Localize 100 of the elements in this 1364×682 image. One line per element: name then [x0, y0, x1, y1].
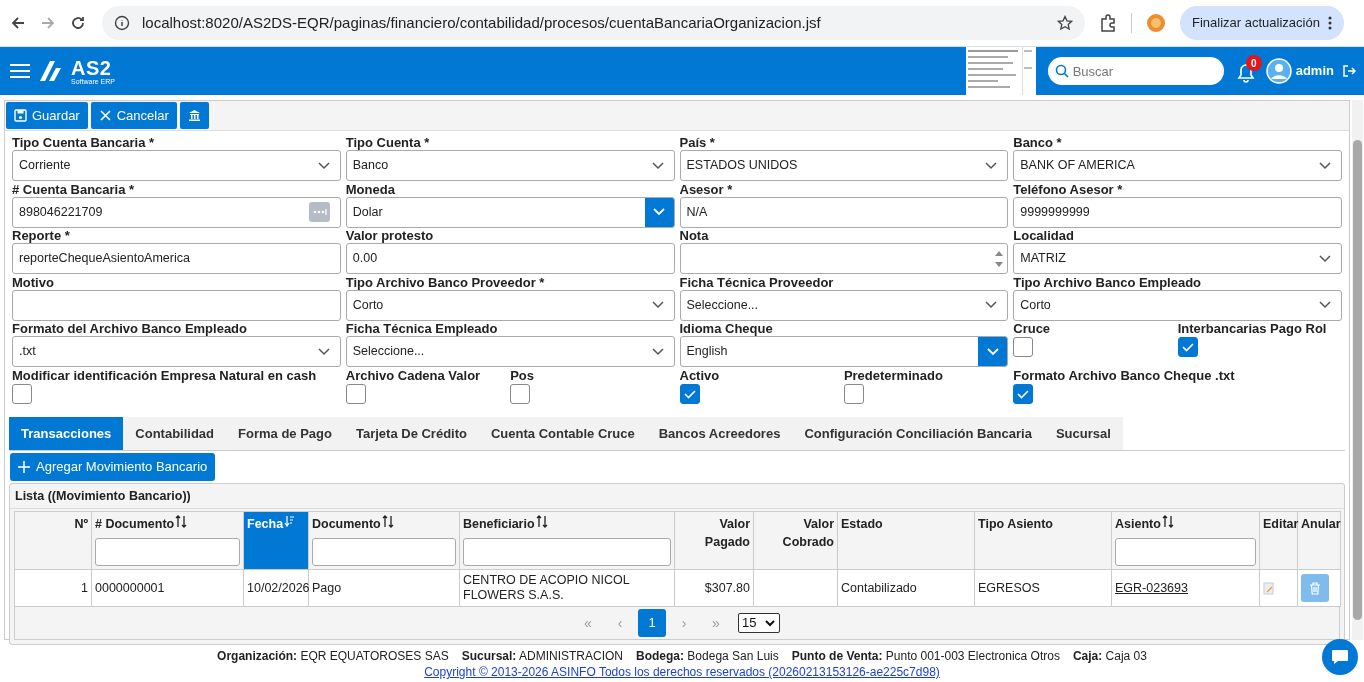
- menu-icon[interactable]: [10, 63, 30, 79]
- table-cell: EGRESOS: [978, 580, 1040, 595]
- save-button[interactable]: Guardar: [6, 102, 88, 129]
- checkbox[interactable]: [1013, 337, 1034, 357]
- filter-field[interactable]: [312, 538, 456, 566]
- profile-icon[interactable]: [1146, 13, 1166, 33]
- dropdown[interactable]: MATRIZ: [1013, 243, 1342, 274]
- tab[interactable]: Tarjeta De Crédito: [343, 417, 479, 450]
- field-label: Cruce: [1013, 321, 1052, 336]
- input-field[interactable]: reporteChequeAsientoAmerica: [12, 243, 341, 274]
- column-header: Estado: [837, 511, 975, 570]
- field-label: Tipo Archivo Banco Proveedor *: [345, 274, 546, 290]
- forward-icon[interactable]: [40, 15, 56, 31]
- user-name[interactable]: admin: [1295, 61, 1334, 81]
- filter-field[interactable]: [463, 538, 671, 566]
- tab[interactable]: Sucursal: [1043, 417, 1123, 450]
- filter-field[interactable]: [95, 538, 240, 566]
- checkbox[interactable]: [1013, 383, 1034, 404]
- tab[interactable]: Configuración Conciliación Bancaria: [792, 417, 1044, 450]
- column-header[interactable]: Beneficiario: [459, 511, 675, 570]
- logo-text: AS2: [71, 57, 113, 78]
- more-icon[interactable]: [1327, 16, 1332, 30]
- chat-icon: [1331, 649, 1349, 665]
- cancel-button[interactable]: Cancelar: [90, 102, 177, 129]
- tab[interactable]: Bancos Acreedores: [646, 417, 793, 450]
- field-label: Tipo Archivo Banco Empleado: [1013, 274, 1203, 290]
- dropdown[interactable]: .txt: [12, 336, 341, 367]
- dropdown[interactable]: Banco: [345, 150, 675, 181]
- column-header: Valor Pagado: [674, 511, 754, 570]
- field-label: Banco *: [1013, 135, 1063, 150]
- copyright-link[interactable]: Copyright © 2013-2026 ASINFO Todos los derechos reservados (20260213153126-ae225c7d98): [424, 664, 940, 680]
- sort-icon[interactable]: [535, 515, 548, 528]
- link[interactable]: EGR-023693: [1115, 580, 1188, 595]
- dropdown[interactable]: Corriente: [12, 150, 341, 181]
- address-bar[interactable]: localhost:8020/AS2DS-EQR/paginas/financiero/contabilidad/procesos/cuentaBancariaOrganizacion.jsf: [102, 6, 1085, 40]
- table-cell: CENTRO DE ACOPIO NICOL FLOWERS S.A.S.: [463, 573, 630, 602]
- scrollbar[interactable]: [1352, 100, 1363, 640]
- tab[interactable]: Forma de Pago: [226, 417, 344, 450]
- tab[interactable]: Cuenta Contable Cruce: [479, 417, 647, 450]
- checkbox[interactable]: [679, 383, 700, 404]
- chevron-down-icon: [764, 617, 776, 629]
- dropdown[interactable]: Corto: [345, 289, 675, 321]
- sort-descending-icon[interactable]: [284, 515, 295, 527]
- check-icon: [1180, 340, 1195, 354]
- checkbox[interactable]: [1177, 337, 1198, 357]
- checkbox[interactable]: [12, 383, 32, 404]
- footer-info: Organización: EQR EQUATOROSES SAS: [217, 648, 449, 664]
- chat-button[interactable]: [1322, 639, 1358, 675]
- url-text: localhost:8020/AS2DS-EQR/paginas/financiero/contabilidad/procesos/cuentaBancariaOrganizacion.jsf: [142, 12, 822, 33]
- field-label: Motivo: [12, 274, 55, 290]
- input-field[interactable]: 0.00: [345, 243, 675, 274]
- column-header[interactable]: # Documento: [91, 511, 244, 570]
- extension-icon[interactable]: [1099, 14, 1117, 32]
- field-label: Ficha Técnica Proveedor: [679, 274, 835, 290]
- dropdown[interactable]: Corto: [1013, 289, 1342, 321]
- sort-icon[interactable]: [381, 515, 394, 528]
- text-area[interactable]: [679, 243, 1009, 274]
- sort-icon[interactable]: [175, 515, 188, 528]
- back-icon[interactable]: [10, 15, 26, 31]
- dropdown[interactable]: ESTADOS UNIDOS: [679, 150, 1009, 181]
- update-button[interactable]: Finalizar actualización: [1180, 6, 1344, 40]
- checkbox[interactable]: [510, 383, 531, 404]
- dropdown[interactable]: Dolar: [345, 196, 675, 228]
- field-label: Nota: [679, 228, 710, 243]
- avatar-icon[interactable]: [1265, 58, 1292, 84]
- close-icon: [98, 109, 112, 122]
- field-label: País *: [679, 135, 716, 150]
- table-cell: Pago: [312, 580, 342, 595]
- input-field[interactable]: 9999999999: [1013, 196, 1342, 228]
- checkbox[interactable]: [345, 383, 366, 404]
- column-header[interactable]: Asiento: [1111, 511, 1260, 570]
- column-header[interactable]: Fecha: [243, 511, 309, 570]
- filter-field[interactable]: [1115, 538, 1256, 566]
- logout-icon[interactable]: [1342, 64, 1356, 78]
- bank-button[interactable]: [179, 102, 209, 129]
- info-icon[interactable]: [114, 15, 130, 31]
- field-label: # Cuenta Bancaria *: [12, 181, 136, 197]
- add-button[interactable]: Agregar Movimiento Bancario: [10, 453, 216, 481]
- dropdown[interactable]: Seleccione...: [345, 336, 675, 367]
- input-field[interactable]: 898046221709: [12, 196, 341, 228]
- input-field[interactable]: [12, 289, 341, 321]
- input-field[interactable]: N/A: [679, 196, 1009, 228]
- dropdown[interactable]: English: [679, 336, 1009, 367]
- sort-icon[interactable]: [1161, 515, 1174, 528]
- checkbox[interactable]: [843, 383, 864, 404]
- page-size-select[interactable]: 15: [738, 613, 780, 633]
- notification-badge: 0: [1245, 55, 1262, 71]
- star-icon[interactable]: [1057, 15, 1073, 31]
- field-label: Teléfono Asesor *: [1013, 181, 1124, 197]
- dropdown[interactable]: Seleccione...: [679, 289, 1009, 321]
- search-field[interactable]: Buscar: [1047, 57, 1224, 85]
- reload-icon[interactable]: [70, 15, 86, 31]
- page-button[interactable]: 1: [638, 609, 666, 637]
- table-cell: 0000000001: [95, 580, 165, 595]
- field-label: Reporte *: [12, 228, 71, 243]
- column-header[interactable]: Documento: [308, 511, 460, 570]
- tab[interactable]: Contabilidad: [123, 417, 227, 450]
- dropdown[interactable]: BANK OF AMERICA: [1013, 150, 1342, 181]
- footer-info: Sucursal: ADMINISTRACION: [461, 648, 624, 664]
- tab[interactable]: Transacciones: [9, 417, 124, 450]
